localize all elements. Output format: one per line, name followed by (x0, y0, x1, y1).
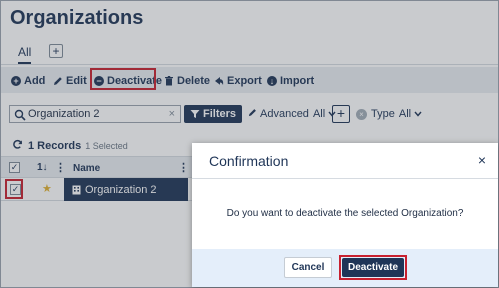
confirmation-dialog: Confirmation × Do you want to deactivate… (192, 143, 498, 287)
dialog-divider (192, 178, 498, 179)
dialog-message: Do you want to deactivate the selected O… (226, 208, 464, 219)
confirm-deactivate-button[interactable]: Deactivate (342, 258, 404, 277)
dialog-footer: Cancel Deactivate (192, 249, 498, 287)
cancel-button[interactable]: Cancel (284, 257, 332, 278)
dialog-title: Confirmation (209, 153, 289, 169)
close-icon[interactable]: × (478, 152, 486, 168)
